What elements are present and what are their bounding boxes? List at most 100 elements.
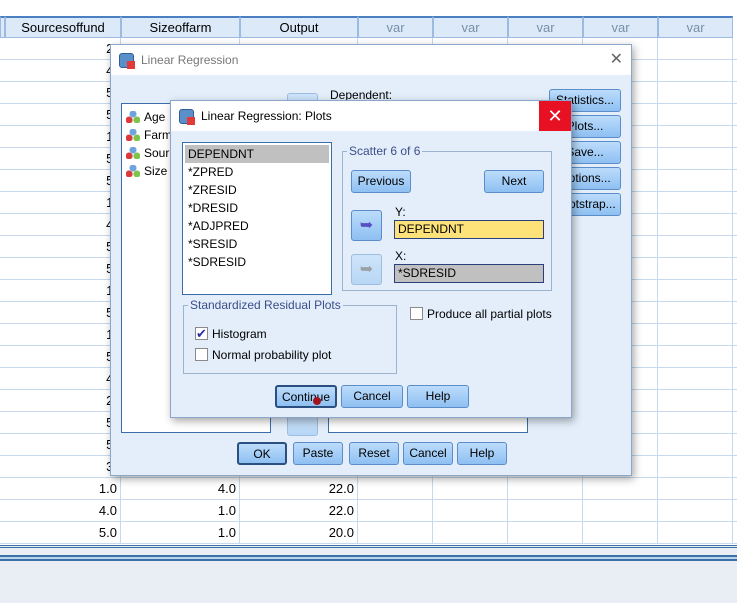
table-cell[interactable] [658,302,733,324]
table-cell[interactable]: 4. [5,368,121,390]
help-button[interactable]: Help [407,385,469,408]
table-cell[interactable]: 1.0 [121,522,240,544]
table-cell[interactable] [658,456,733,478]
table-cell[interactable]: 2. [5,38,121,60]
table-cell[interactable] [508,500,583,522]
table-cell[interactable] [658,60,733,82]
partial-plots-checkbox[interactable] [410,307,423,320]
table-cell[interactable] [358,478,433,500]
next-button[interactable]: Next [484,170,544,193]
table-cell[interactable]: 4. [5,214,121,236]
paste-button[interactable]: Paste [293,442,343,465]
source-list-item[interactable]: *SDRESID [185,253,329,271]
table-cell[interactable] [508,478,583,500]
table-cell[interactable]: 2. [5,390,121,412]
close-icon[interactable]: ✕ [610,45,623,75]
column-header[interactable]: Output [240,16,358,38]
table-cell[interactable] [658,258,733,280]
histogram-checkbox[interactable]: ✔ [195,327,208,340]
table-cell[interactable]: 5. [5,148,121,170]
table-cell[interactable] [658,346,733,368]
table-cell[interactable] [658,38,733,60]
source-list-item[interactable]: *DRESID [185,199,329,217]
table-cell[interactable]: 3. [5,456,121,478]
table-cell[interactable]: 22.0 [240,500,358,522]
table-cell[interactable]: 5. [5,412,121,434]
table-cell[interactable] [658,500,733,522]
source-list-item[interactable]: DEPENDNT [185,145,329,163]
source-variable-list[interactable]: DEPENDNT *ZPRED *ZRESID *DRESID *ADJPRED *SRE… [182,142,332,295]
table-cell[interactable] [658,522,733,544]
table-cell[interactable] [508,522,583,544]
cancel-button[interactable]: Cancel [341,385,403,408]
table-cell[interactable] [658,478,733,500]
table-cell[interactable] [583,500,658,522]
source-list-item[interactable]: *ZRESID [185,181,329,199]
normal-probability-checkbox[interactable] [195,348,208,361]
reset-button[interactable]: Reset [349,442,399,465]
table-cell[interactable] [658,280,733,302]
table-cell[interactable]: 4.0 [5,500,121,522]
table-cell[interactable]: 1.0 [5,478,121,500]
table-cell[interactable]: 5. [5,346,121,368]
table-cell[interactable] [433,500,508,522]
column-header[interactable]: var [508,16,583,38]
table-cell[interactable] [658,192,733,214]
table-cell[interactable] [658,104,733,126]
help-button[interactable]: Help [457,442,507,465]
table-cell[interactable] [658,324,733,346]
table-cell[interactable]: 5. [5,434,121,456]
column-header[interactable]: Sizeoffarm [121,16,240,38]
ok-button[interactable]: OK [237,442,287,465]
x-axis-field[interactable]: *SDRESID [394,264,544,283]
table-cell[interactable] [358,522,433,544]
table-cell[interactable] [658,236,733,258]
source-list-item[interactable]: *ZPRED [185,163,329,181]
table-cell[interactable] [583,478,658,500]
move-to-y-button[interactable]: ➥ [351,210,382,241]
table-cell[interactable]: 5. [5,302,121,324]
table-cell[interactable]: 5. [5,236,121,258]
y-axis-field[interactable]: DEPENDNT [394,220,544,239]
table-cell[interactable] [658,390,733,412]
continue-button[interactable]: Continue [275,385,337,408]
table-cell[interactable] [583,522,658,544]
table-cell[interactable]: 4.0 [121,478,240,500]
source-list-item[interactable]: *ADJPRED [185,217,329,235]
table-cell[interactable] [658,126,733,148]
close-button[interactable]: ✕ [539,101,571,131]
column-header[interactable]: var [658,16,733,38]
column-header[interactable]: var [433,16,508,38]
table-cell[interactable]: 1.0 [121,500,240,522]
column-header[interactable]: Sourcesoffund [5,16,121,38]
table-cell[interactable]: 5. [5,170,121,192]
table-cell[interactable] [658,214,733,236]
previous-button[interactable]: Previous [351,170,411,193]
table-cell[interactable]: 4. [5,60,121,82]
table-cell[interactable] [658,170,733,192]
table-cell[interactable] [433,478,508,500]
table-cell[interactable] [658,148,733,170]
cancel-button[interactable]: Cancel [403,442,453,465]
table-cell[interactable]: 1. [5,192,121,214]
table-cell[interactable] [658,434,733,456]
table-cell[interactable]: 20.0 [240,522,358,544]
table-cell[interactable]: 1. [5,280,121,302]
table-cell[interactable]: 5. [5,82,121,104]
table-cell[interactable]: 1. [5,324,121,346]
table-cell[interactable]: 5.0 [5,522,121,544]
table-cell[interactable] [658,82,733,104]
column-header[interactable]: var [358,16,433,38]
table-cell[interactable] [358,500,433,522]
table-cell[interactable] [658,368,733,390]
source-list-item[interactable]: *SRESID [185,235,329,253]
pane-splitter[interactable] [0,555,737,561]
move-to-x-button[interactable]: ➥ [351,254,382,285]
table-cell[interactable]: 1. [5,126,121,148]
table-cell[interactable] [658,412,733,434]
table-cell[interactable]: 5. [5,104,121,126]
table-cell[interactable]: 5. [5,258,121,280]
column-header[interactable]: var [583,16,658,38]
table-cell[interactable]: 22.0 [240,478,358,500]
table-cell[interactable] [433,522,508,544]
